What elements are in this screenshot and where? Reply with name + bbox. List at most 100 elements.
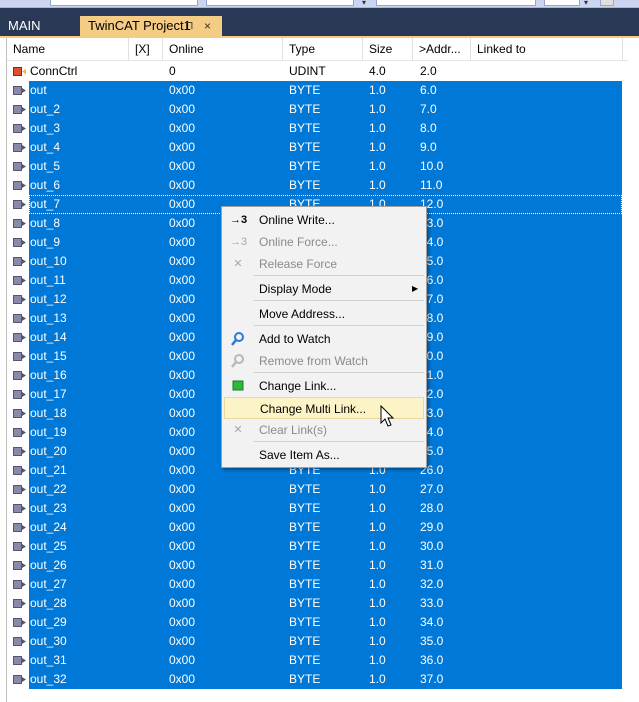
menu-item-label: Add to Watch — [259, 332, 331, 346]
table-row[interactable]: out_24 0x00 BYTE 1.0 29.0 — [7, 518, 639, 537]
menu-item-online-write[interactable]: →3 Online Write... — [224, 209, 424, 231]
row-online-value: 0x00 — [169, 197, 196, 211]
table-row[interactable]: out_31 0x00 BYTE 1.0 36.0 — [7, 651, 639, 670]
row-online-value: 0x00 — [169, 425, 196, 439]
output-variable-icon — [13, 656, 26, 665]
row-online-value: 0x00 — [169, 387, 196, 401]
output-variable-icon — [13, 124, 26, 133]
row-type: BYTE — [289, 615, 321, 629]
row-name: out_6 — [30, 178, 61, 192]
table-row[interactable]: out_28 0x00 BYTE 1.0 33.0 — [7, 594, 639, 613]
toolbar-dropdown-4[interactable] — [544, 0, 580, 6]
output-variable-icon — [13, 428, 26, 437]
row-name: ConnCtrl — [30, 64, 78, 78]
row-address: 32.0 — [420, 577, 444, 591]
chevron-down-icon[interactable]: ▾ — [584, 0, 594, 7]
toolbar-dropdown-3[interactable] — [376, 0, 536, 6]
row-address: 29.0 — [420, 520, 444, 534]
row-type: BYTE — [289, 121, 321, 135]
row-size: 1.0 — [369, 615, 386, 629]
row-address: 8.0 — [420, 121, 437, 135]
column-header-x[interactable]: [X] — [129, 38, 163, 61]
output-variable-icon — [13, 162, 26, 171]
row-type: BYTE — [289, 178, 321, 192]
row-selection-highlight — [29, 176, 622, 195]
row-address: 31.0 — [420, 558, 444, 572]
table-row[interactable]: out 0x00 BYTE 1.0 6.0 — [7, 81, 639, 100]
row-online-value: 0x00 — [169, 178, 196, 192]
toolbar-dropdown-1[interactable] — [50, 0, 198, 6]
menu-item-label: Release Force — [259, 257, 338, 271]
table-row[interactable]: out_26 0x00 BYTE 1.0 31.0 — [7, 556, 639, 575]
row-name: out_32 — [30, 672, 67, 686]
row-selection-highlight — [29, 138, 622, 157]
menu-item-move-address[interactable]: Move Address... — [224, 303, 424, 325]
output-variable-icon — [13, 675, 26, 684]
row-name: out_5 — [30, 159, 61, 173]
chevron-down-icon[interactable]: ▾ — [362, 0, 372, 7]
row-name: out_27 — [30, 577, 67, 591]
output-variable-icon — [13, 390, 26, 399]
row-selection-highlight — [29, 556, 622, 575]
table-row[interactable]: out_4 0x00 BYTE 1.0 9.0 — [7, 138, 639, 157]
row-address: 34.0 — [420, 615, 444, 629]
row-selection-highlight — [29, 499, 622, 518]
output-variable-icon — [13, 371, 26, 380]
output-variable-icon — [13, 504, 26, 513]
table-row[interactable]: out_6 0x00 BYTE 1.0 11.0 — [7, 176, 639, 195]
row-name: out_11 — [30, 273, 66, 287]
menu-item-add-to-watch[interactable]: Add to Watch — [224, 328, 424, 350]
table-row[interactable]: out_22 0x00 BYTE 1.0 27.0 — [7, 480, 639, 499]
grid-right-margin — [628, 38, 639, 702]
row-selection-highlight — [29, 670, 622, 689]
output-variable-icon — [13, 561, 26, 570]
table-row[interactable]: out_5 0x00 BYTE 1.0 10.0 — [7, 157, 639, 176]
toolbar-dropdown-2[interactable] — [206, 0, 354, 6]
menu-item-remove-from-watch: Remove from Watch — [224, 350, 424, 372]
table-row[interactable]: out_32 0x00 BYTE 1.0 37.0 — [7, 670, 639, 689]
tab-main-label: MAIN — [8, 18, 41, 33]
table-row[interactable]: out_29 0x00 BYTE 1.0 34.0 — [7, 613, 639, 632]
pin-icon[interactable]: ⊓ — [185, 16, 194, 36]
table-row[interactable]: out_27 0x00 BYTE 1.0 32.0 — [7, 575, 639, 594]
table-row[interactable]: out_30 0x00 BYTE 1.0 35.0 — [7, 632, 639, 651]
column-header-linked-to[interactable]: Linked to — [471, 38, 623, 61]
row-size: 1.0 — [369, 83, 386, 97]
tab-main[interactable]: MAIN — [0, 16, 78, 38]
online-write-icon: →3 — [230, 212, 247, 228]
column-header-type[interactable]: Type — [283, 38, 363, 61]
row-name: out_10 — [30, 254, 67, 268]
row-online-value: 0x00 — [169, 311, 196, 325]
row-address: 28.0 — [420, 501, 444, 515]
column-header-name[interactable]: Name — [9, 38, 129, 61]
row-name: out_18 — [30, 406, 67, 420]
row-size: 1.0 — [369, 121, 386, 135]
row-online-value: 0x00 — [169, 520, 196, 534]
row-address: 7.0 — [420, 102, 437, 116]
output-variable-icon — [13, 599, 26, 608]
table-row[interactable]: out_23 0x00 BYTE 1.0 28.0 — [7, 499, 639, 518]
menu-separator — [254, 372, 424, 373]
output-variable-icon — [13, 314, 26, 323]
table-row[interactable]: out_2 0x00 BYTE 1.0 7.0 — [7, 100, 639, 119]
close-icon[interactable]: × — [204, 16, 211, 36]
row-name: out — [30, 83, 47, 97]
table-row[interactable]: out_3 0x00 BYTE 1.0 8.0 — [7, 119, 639, 138]
table-row[interactable]: out_25 0x00 BYTE 1.0 30.0 — [7, 537, 639, 556]
menu-item-change-link[interactable]: Change Link... — [224, 375, 424, 397]
column-header-address[interactable]: >Addr... — [413, 38, 471, 61]
menu-item-release-force: ✕ Release Force — [224, 253, 424, 275]
tab-twincat-project1[interactable]: TwinCAT Project1 ⊓ × — [80, 16, 222, 38]
clear-links-icon: ✕ — [230, 422, 246, 438]
menu-item-save-item-as[interactable]: Save Item As... — [224, 444, 424, 466]
menu-item-display-mode[interactable]: Display Mode ▶ — [224, 278, 424, 300]
remove-from-watch-icon — [230, 353, 246, 369]
row-name: out_13 — [30, 311, 67, 325]
column-header-size[interactable]: Size — [363, 38, 413, 61]
column-header-online[interactable]: Online — [163, 38, 283, 61]
table-row[interactable]: ConnCtrl 0 UDINT 4.0 2.0 — [7, 62, 639, 81]
toolbar-button[interactable] — [600, 0, 614, 6]
row-online-value: 0x00 — [169, 615, 196, 629]
input-variable-icon — [13, 67, 26, 76]
menu-item-glyph: ✕ — [233, 258, 243, 270]
